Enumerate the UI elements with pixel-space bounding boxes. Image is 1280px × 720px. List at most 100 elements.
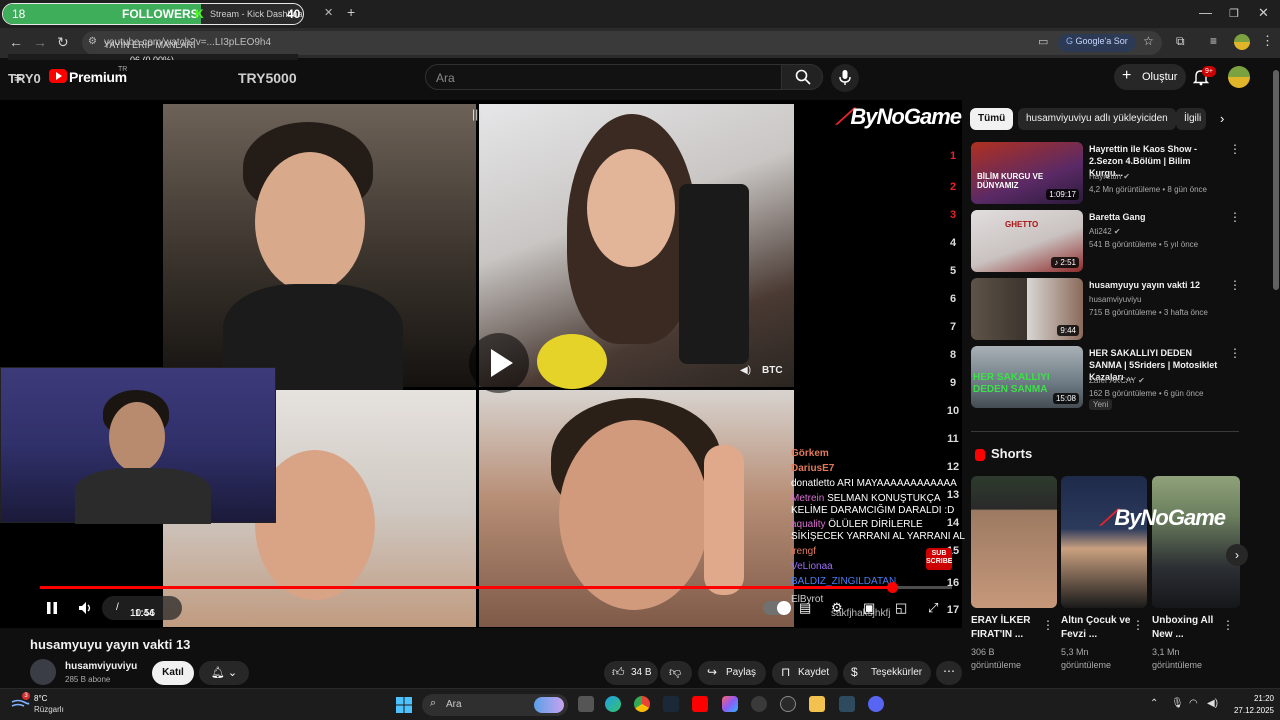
browser-tab-active[interactable]: 18 FOLLOWERS K Stream - Kick Dashboa 40 bbox=[2, 3, 304, 25]
short-thumbnail[interactable] bbox=[1152, 476, 1240, 608]
more-vertical-icon[interactable]: ⋮ bbox=[1229, 210, 1241, 224]
video-thumbnail[interactable]: BİLİM KURGU VE DÜNYAMIZ 1:09:17 bbox=[971, 142, 1083, 204]
taskbar-search-placeholder: Ara bbox=[446, 699, 462, 710]
windows-taskbar: 3 8°C Rüzgarlı ⌕ Ara ⌃ 🎙︎ ◠ ◀) 21:20 27.… bbox=[0, 688, 1280, 720]
tray-chevron-up-icon[interactable]: ⌃ bbox=[1150, 698, 1158, 709]
more-vertical-icon[interactable]: ⋮ bbox=[1222, 618, 1234, 632]
search-input[interactable]: Ara bbox=[425, 64, 782, 90]
autoplay-toggle[interactable] bbox=[763, 601, 791, 615]
video-thumbnail[interactable]: 9:44 bbox=[971, 278, 1083, 340]
forward-icon[interactable]: → bbox=[33, 34, 47, 50]
more-vertical-icon[interactable]: ⋮ bbox=[1042, 618, 1054, 632]
more-vertical-icon[interactable]: ⋮ bbox=[1229, 142, 1241, 156]
cast-tv-icon[interactable]: ◱ bbox=[895, 600, 907, 616]
discord-icon[interactable] bbox=[868, 696, 884, 712]
restore-icon[interactable]: ❐ bbox=[1229, 7, 1239, 20]
app-icon[interactable] bbox=[751, 696, 767, 712]
youtube-app-icon[interactable] bbox=[692, 696, 708, 712]
window-close-icon[interactable]: ✕ bbox=[1258, 5, 1269, 21]
chip-uploader[interactable]: husamviyuviyu adlı yükleyiciden bbox=[1018, 108, 1176, 130]
save-button[interactable]: ⊓ Kaydet bbox=[772, 661, 838, 685]
copilot-icon[interactable] bbox=[722, 696, 738, 712]
short-thumbnail[interactable] bbox=[1061, 476, 1147, 608]
settings-gear-icon[interactable]: ⚙ bbox=[831, 600, 843, 616]
fullscreen-icon[interactable]: ⤢ bbox=[928, 600, 938, 616]
speaker-icon[interactable]: ◀) bbox=[1207, 698, 1218, 709]
bookmark-star-icon[interactable]: ☆ bbox=[1143, 34, 1154, 48]
edge-browser-icon[interactable] bbox=[605, 696, 621, 712]
like-button[interactable]: 👍︎ 34 B bbox=[604, 661, 658, 685]
scrollbar-thumb[interactable] bbox=[1273, 70, 1279, 290]
rank-number: 6 bbox=[949, 293, 957, 305]
subtitles-icon[interactable]: ▤ bbox=[799, 600, 811, 616]
task-view-icon[interactable] bbox=[578, 696, 594, 712]
youtube-logo-icon[interactable] bbox=[49, 69, 67, 83]
profile-avatar[interactable] bbox=[1234, 34, 1250, 50]
more-vertical-icon[interactable]: ⋮ bbox=[1229, 278, 1241, 292]
pause-icon[interactable] bbox=[45, 601, 59, 615]
subscription-bell-button[interactable]: 🔔︎ ⌄ bbox=[199, 661, 249, 685]
new-tab-button[interactable]: + bbox=[347, 4, 355, 20]
network-icon[interactable]: ◠ bbox=[1189, 698, 1198, 709]
hamburger-menu-icon[interactable]: ≡ bbox=[14, 70, 22, 85]
dislike-button[interactable]: 👎︎ bbox=[660, 661, 692, 685]
chip-related[interactable]: İlgili bbox=[1176, 108, 1206, 130]
app-icon[interactable] bbox=[839, 696, 855, 712]
search-button[interactable] bbox=[781, 64, 823, 90]
chips-next-icon[interactable]: › bbox=[1220, 111, 1224, 126]
short-title[interactable]: ERAY İLKER FIRAT'IN ... bbox=[971, 614, 1041, 642]
video-progress-bar[interactable] bbox=[40, 582, 952, 593]
taskbar-clock[interactable]: 21:20 27.12.2025 bbox=[1228, 693, 1274, 717]
reading-list-icon[interactable]: ≡ bbox=[1210, 34, 1217, 48]
cast-icon[interactable]: ▭ bbox=[1038, 35, 1048, 48]
back-icon[interactable]: ← bbox=[9, 34, 23, 50]
share-button[interactable]: ↪ Paylaş bbox=[698, 661, 766, 685]
account-avatar[interactable] bbox=[1228, 66, 1250, 88]
progress-scrubber[interactable] bbox=[886, 582, 898, 593]
short-thumbnail[interactable] bbox=[971, 476, 1057, 608]
channel-avatar[interactable] bbox=[30, 659, 56, 685]
browser-menu-icon[interactable]: ⋮ bbox=[1261, 33, 1274, 49]
sidebar-video-item[interactable]: GHETTO ♪ 2:51 Baretta Gang Ati242 ✔ 541 … bbox=[971, 210, 1241, 272]
file-explorer-icon[interactable] bbox=[809, 696, 825, 712]
obs-icon[interactable] bbox=[780, 696, 796, 712]
sidebar-video-item[interactable]: BİLİM KURGU VE DÜNYAMIZ 1:09:17 Hayretti… bbox=[971, 142, 1241, 204]
miniplayer-icon[interactable]: ▣ bbox=[863, 600, 875, 616]
minimize-icon[interactable]: — bbox=[1199, 5, 1212, 20]
chip-all[interactable]: Tümü bbox=[970, 108, 1014, 130]
site-info-icon[interactable]: ⚙ bbox=[88, 36, 97, 47]
channel-name[interactable]: husamviyuviyu bbox=[65, 661, 137, 672]
chrome-icon[interactable] bbox=[634, 696, 650, 712]
save-label: Kaydet bbox=[798, 667, 830, 678]
reload-icon[interactable]: ↻ bbox=[57, 34, 69, 51]
taskbar-search[interactable]: ⌕ Ara bbox=[422, 694, 568, 716]
tab-close-icon[interactable]: ✕ bbox=[324, 6, 333, 19]
short-title[interactable]: Altın Çocuk ve Fevzi ... bbox=[1061, 614, 1131, 642]
steam-icon[interactable] bbox=[663, 696, 679, 712]
try-right-overlay: TRY5000 bbox=[238, 70, 297, 86]
video-thumbnail[interactable]: HER SAKALLIYI DEDEN SANMA 15:08 bbox=[971, 346, 1083, 408]
thanks-button[interactable]: $ Teşekkürler bbox=[843, 661, 931, 685]
more-vertical-icon[interactable]: ⋮ bbox=[1132, 618, 1144, 632]
url-field[interactable]: ⚙ youtube.com/watch?v=...LI3pLEO9h4 bbox=[82, 31, 1162, 55]
create-button[interactable]: + Oluştur bbox=[1114, 64, 1186, 90]
join-button[interactable]: Katıl bbox=[152, 661, 194, 685]
more-actions-button[interactable]: ⋯ bbox=[936, 661, 962, 685]
sidebar-video-item[interactable]: HER SAKALLIYI DEDEN SANMA 15:08 HER SAKA… bbox=[971, 346, 1241, 410]
sidebar-video-item[interactable]: 9:44 husamyuyu yayın vakti 12 husamviyuv… bbox=[971, 278, 1241, 340]
shorts-next-button[interactable]: › bbox=[1226, 544, 1248, 566]
page-scrollbar[interactable] bbox=[1272, 60, 1280, 688]
windows-start-icon[interactable] bbox=[396, 697, 412, 713]
extensions-icon[interactable]: ⧉ bbox=[1176, 34, 1185, 49]
volume-icon[interactable] bbox=[78, 601, 94, 615]
short-title[interactable]: Unboxing All New ... bbox=[1152, 614, 1222, 642]
share-icon: ↪ bbox=[707, 665, 718, 679]
more-vertical-icon[interactable]: ⋮ bbox=[1229, 346, 1241, 360]
video-thumbnail[interactable]: GHETTO ♪ 2:51 bbox=[971, 210, 1083, 272]
voice-search-button[interactable] bbox=[831, 64, 859, 92]
video-title[interactable]: Baretta Gang bbox=[1089, 211, 1224, 223]
video-title[interactable]: husamyuyu yayın vakti 12 bbox=[1089, 279, 1224, 291]
google-ask-button[interactable]: G Google'a Sor bbox=[1058, 34, 1136, 52]
play-overlay-button[interactable] bbox=[469, 333, 529, 393]
microphone-tray-icon[interactable]: 🎙︎ bbox=[1171, 698, 1184, 709]
